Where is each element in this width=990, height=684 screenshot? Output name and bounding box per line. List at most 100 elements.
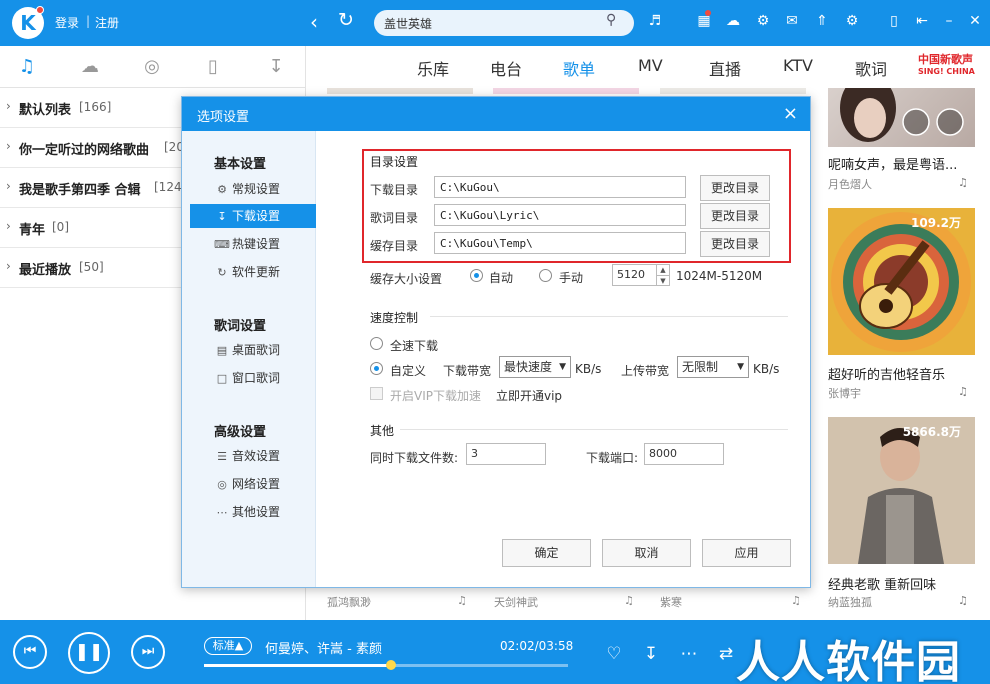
card-author[interactable]: 紫寒 (660, 594, 682, 610)
cache-dir-input[interactable] (434, 232, 686, 254)
change-cache-dir-button[interactable]: 更改目录 (700, 231, 770, 257)
login-link[interactable]: 登录 (55, 14, 79, 31)
sidebar-item-general[interactable]: ⚙ 常规设置 (190, 177, 316, 201)
full-speed-label[interactable]: 全速下载 (390, 337, 438, 354)
pause-icon[interactable]: ❚❚ (68, 632, 110, 674)
sing-china-logo[interactable]: 中国新歌声 (918, 54, 973, 65)
tab-lyrics[interactable]: 歌词 (855, 56, 887, 80)
tab-library[interactable]: 乐库 (417, 56, 449, 80)
tab-radio[interactable]: 电台 (490, 56, 522, 80)
cancel-button[interactable]: 取消 (602, 539, 691, 567)
card-cover[interactable]: 109.2万 (828, 208, 975, 355)
mic-icon[interactable]: ♬ (646, 13, 664, 29)
card-title[interactable]: 超好听的吉他轻音乐 (828, 364, 978, 383)
cache-manual-label[interactable]: 手动 (559, 269, 583, 286)
sidebar-item-hotkey[interactable]: ⌨ 热键设置 (190, 232, 316, 256)
card-cover[interactable] (327, 88, 473, 94)
card-author[interactable]: 张博宇 (828, 385, 861, 401)
progress-bar[interactable] (204, 660, 568, 670)
tab-playlists[interactable]: 歌单 (563, 56, 595, 80)
lyric-dir-input[interactable] (434, 204, 686, 226)
tab-ktv[interactable]: KTV (783, 56, 813, 75)
sidebar-item-network[interactable]: ◎ 网络设置 (190, 472, 316, 496)
download-port-input[interactable]: 8000 (644, 443, 724, 465)
download-icon[interactable]: ↧ (261, 56, 291, 77)
change-lyric-dir-button[interactable]: 更改目录 (700, 203, 770, 229)
next-track-icon[interactable]: ⏭ (131, 635, 165, 669)
search-icon[interactable]: ⚲ (606, 12, 616, 28)
add-to-list-icon[interactable]: ♫ (624, 594, 634, 607)
vip-open-link[interactable]: 立即开通vip (496, 387, 562, 404)
sidebar-item-other[interactable]: ⋯ 其他设置 (190, 500, 316, 524)
apply-button[interactable]: 应用 (702, 539, 791, 567)
progress-knob[interactable] (386, 660, 397, 670)
card-author[interactable]: 纳蓝独孤 (828, 594, 872, 610)
dialog-close-icon[interactable]: × (783, 103, 798, 124)
card-author[interactable]: 天剑神武 (494, 594, 538, 610)
cache-manual-radio[interactable] (539, 269, 552, 282)
left-tabs: ♫ ☁ ◎ ▯ ↧ (0, 46, 305, 88)
cache-auto-radio[interactable] (470, 269, 483, 282)
card-author[interactable]: 月色熠人 (828, 176, 872, 192)
now-playing-title[interactable]: 何曼婷、许嵩 - 素颜 (265, 638, 382, 657)
cloud-icon[interactable]: ☁ (75, 56, 105, 77)
loop-icon[interactable]: ⇄ (715, 644, 737, 664)
game-icon[interactable]: ⚙ (754, 13, 772, 29)
previous-track-icon[interactable]: ⏮ (13, 635, 47, 669)
add-to-list-icon[interactable]: ♫ (958, 385, 968, 398)
sidebar-item-sound[interactable]: ☰ 音效设置 (190, 444, 316, 468)
concurrent-downloads-input[interactable]: 3 (466, 443, 546, 465)
download-icon[interactable]: ↧ (640, 644, 662, 664)
close-icon[interactable]: ✕ (966, 13, 984, 29)
change-download-dir-button[interactable]: 更改目录 (700, 175, 770, 201)
tab-live[interactable]: 直播 (709, 56, 741, 80)
back-arrow-icon[interactable]: ‹ (310, 10, 318, 34)
add-to-list-icon[interactable]: ♫ (958, 176, 968, 189)
refresh-icon[interactable]: ↻ (338, 9, 354, 31)
mail-icon[interactable]: ✉ (783, 13, 801, 29)
card-cover[interactable] (493, 88, 639, 94)
card-title[interactable]: 呢喃女声，最是粤语... (828, 154, 978, 173)
sidebar-item-window-lyric[interactable]: □ 窗口歌词 (190, 366, 316, 390)
shirt-icon[interactable]: ⇑ (813, 13, 831, 29)
sidebar-item-desktop-lyric[interactable]: ▤ 桌面歌词 (190, 338, 316, 362)
top-bar: K 登录 | 注册 ‹ ↻ ⚲ ♬ ▦ ☁ ⚙ ✉ ⇑ ⚙ ▯ ⇤ – ✕ (0, 0, 990, 46)
minimize-mode-icon[interactable]: ⇤ (913, 13, 931, 29)
upload-bandwidth-select[interactable]: 无限制 ▼ (677, 356, 749, 378)
add-to-list-icon[interactable]: ♫ (958, 594, 968, 607)
music-note-icon[interactable]: ♫ (12, 56, 42, 77)
ok-button[interactable]: 确定 (502, 539, 591, 567)
gear-icon[interactable]: ⚙ (843, 13, 861, 29)
download-dir-input[interactable] (434, 176, 686, 198)
tab-mv[interactable]: MV (638, 56, 663, 75)
search-input[interactable] (374, 10, 634, 36)
radio-icon[interactable]: ◎ (137, 56, 167, 77)
sidebar-item-update[interactable]: ↻ 软件更新 (190, 260, 316, 284)
stepper-up-icon[interactable]: ▲ (656, 265, 669, 275)
add-to-list-icon[interactable]: ♫ (457, 594, 467, 607)
device-icon[interactable]: ▯ (198, 56, 228, 77)
cache-size-stepper[interactable]: 5120 ▲ ▼ (612, 264, 670, 286)
add-to-list-icon[interactable]: ♫ (791, 594, 801, 607)
minimize-icon[interactable]: – (940, 13, 958, 29)
card-cover[interactable]: 5866.8万 (828, 417, 975, 564)
download-bandwidth-select[interactable]: 最快速度 ▼ (499, 356, 571, 378)
card-title[interactable]: 经典老歌 重新回味 (828, 574, 978, 593)
full-speed-radio[interactable] (370, 337, 383, 350)
card-author[interactable]: 孤鸿飘渺 (327, 594, 371, 610)
stepper-down-icon[interactable]: ▼ (656, 275, 669, 285)
cloud-icon[interactable]: ☁ (724, 13, 742, 29)
heart-icon[interactable]: ♡ (603, 644, 625, 664)
vip-accel-checkbox[interactable] (370, 387, 383, 400)
quality-selector[interactable]: 标准▲ (204, 637, 252, 655)
mobile-icon[interactable]: ▯ (885, 13, 903, 29)
custom-speed-label[interactable]: 自定义 (390, 362, 426, 379)
more-icon[interactable]: ⋯ (678, 644, 700, 664)
cache-auto-label[interactable]: 自动 (489, 269, 513, 286)
card-cover[interactable] (660, 88, 806, 94)
custom-speed-radio[interactable] (370, 362, 383, 375)
skin-icon[interactable]: ▦ (695, 13, 713, 29)
card-cover[interactable] (828, 88, 975, 147)
sidebar-item-download[interactable]: ↧ 下载设置 (190, 204, 316, 228)
register-link[interactable]: 注册 (95, 14, 119, 31)
